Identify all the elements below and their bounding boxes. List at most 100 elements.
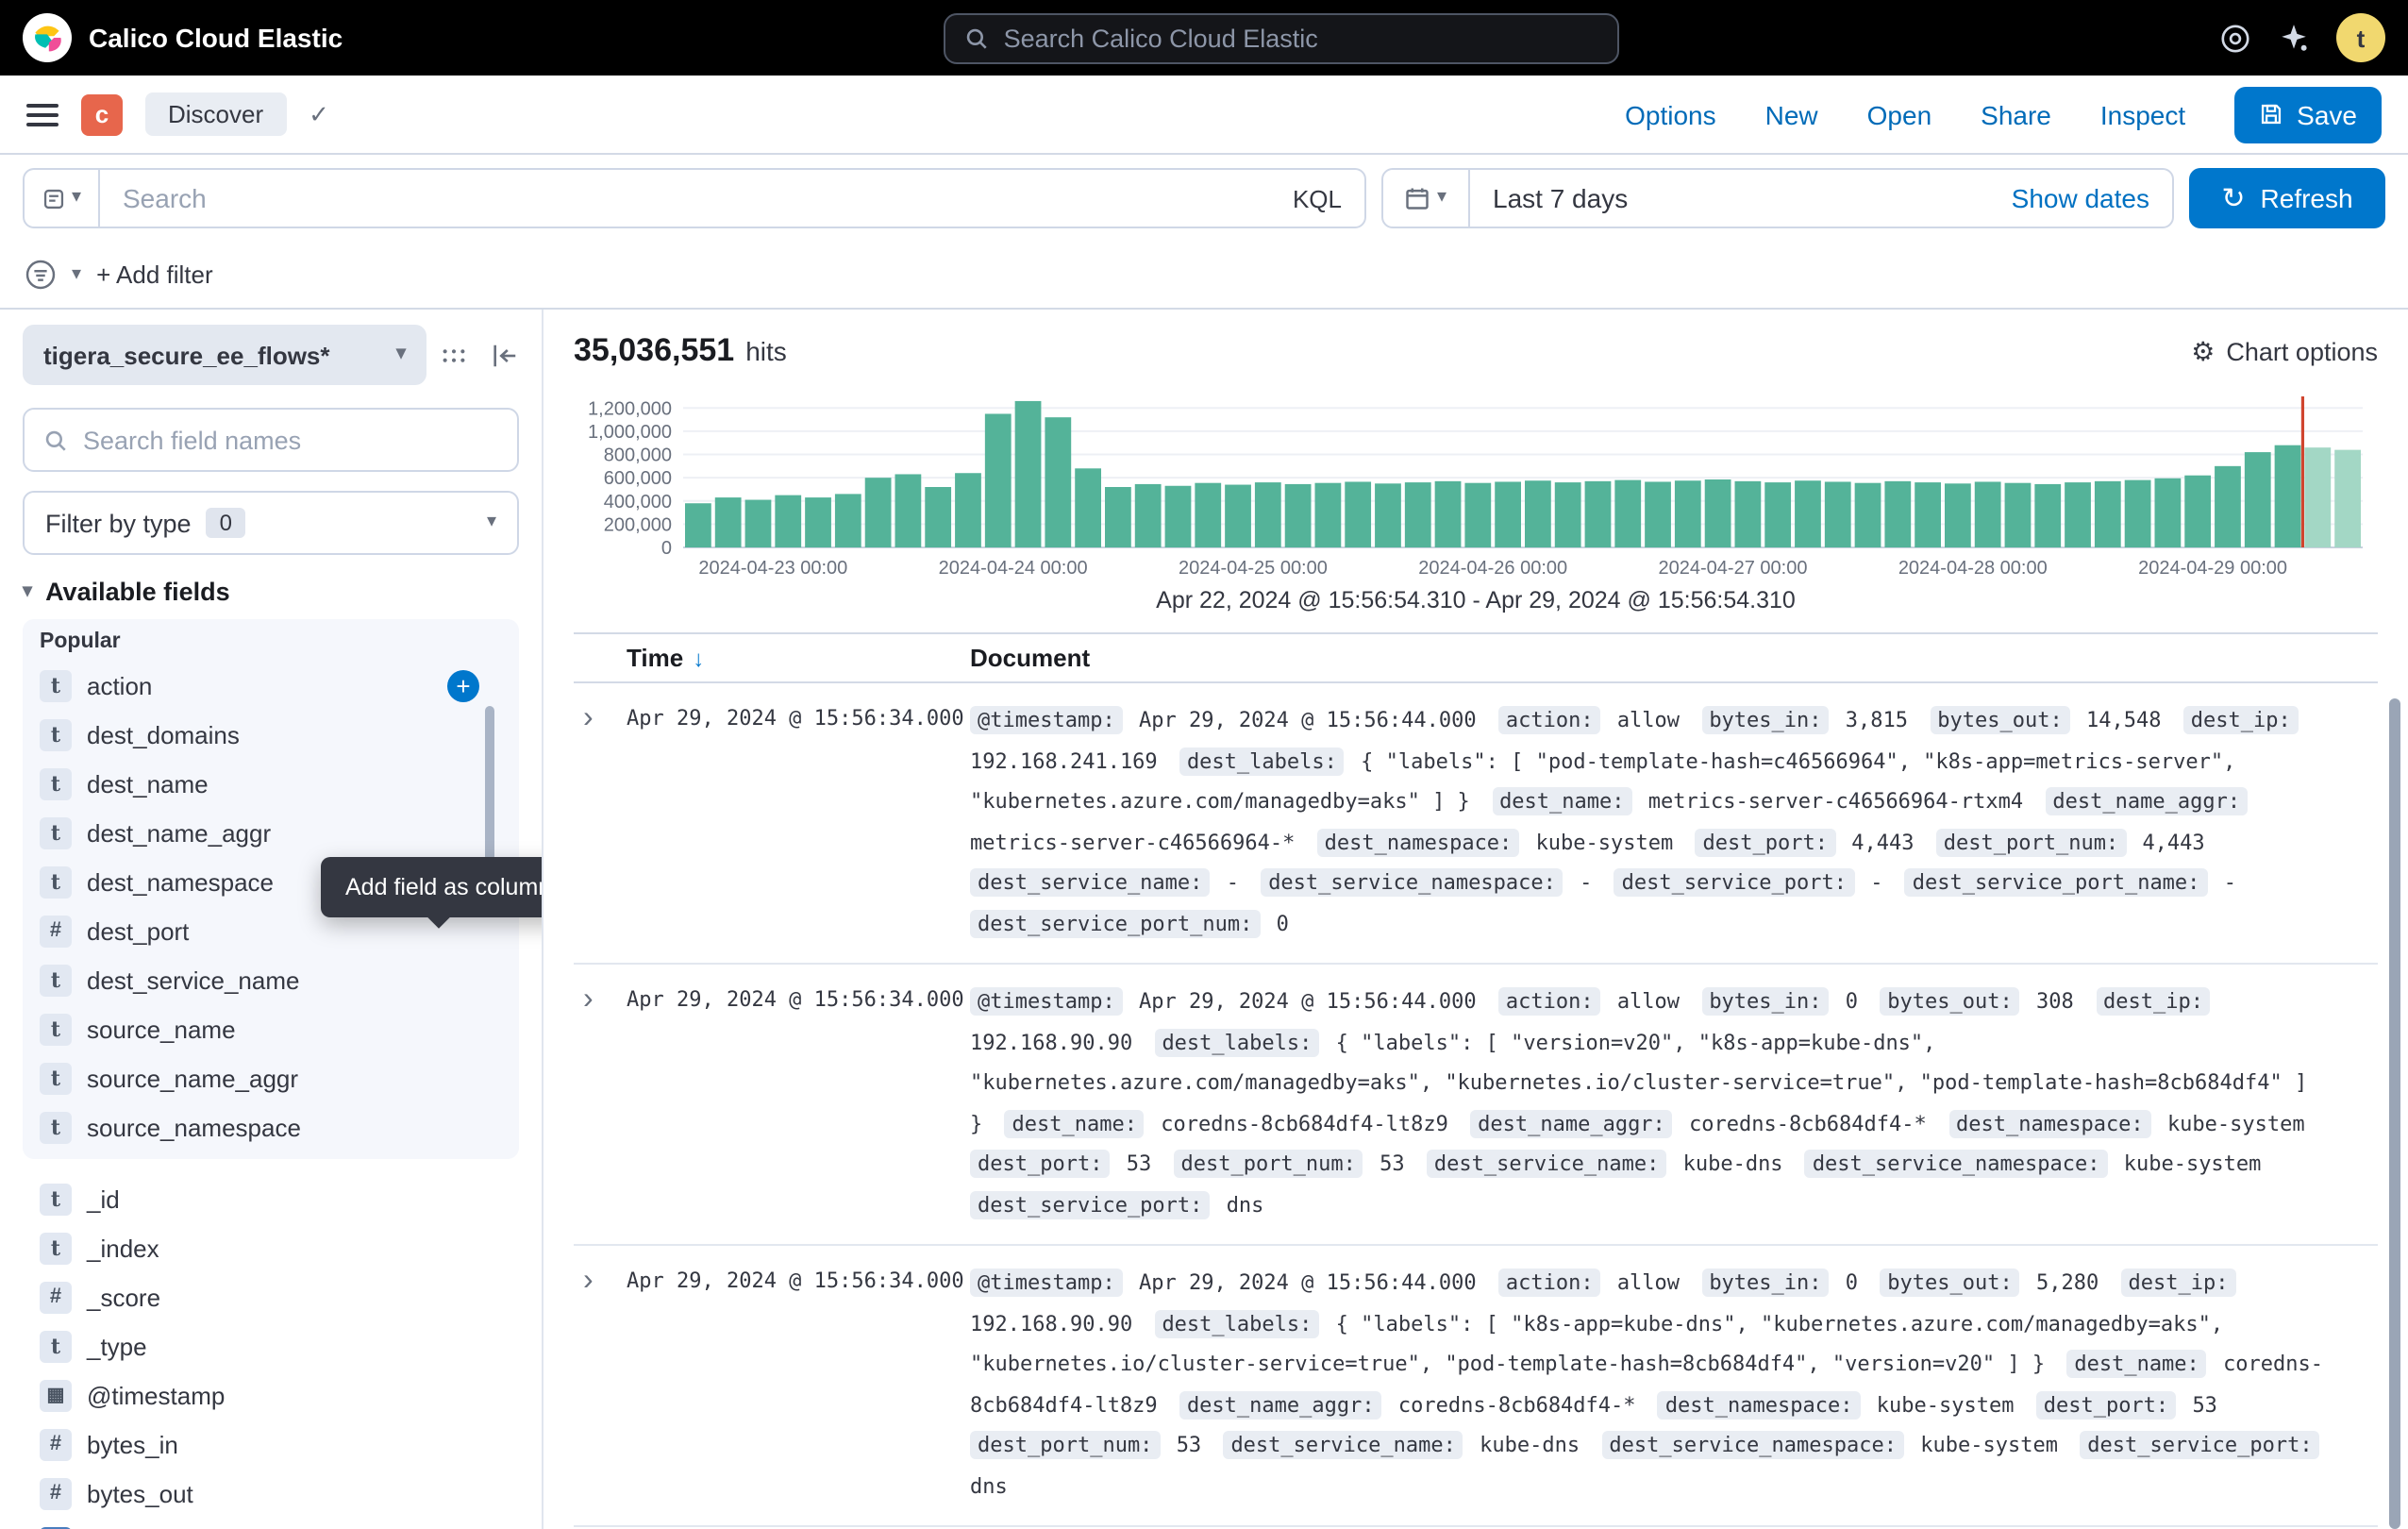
space-badge[interactable]: c (81, 93, 123, 135)
field-stats-icon[interactable] (440, 341, 468, 369)
save-button[interactable]: Save (2234, 86, 2382, 143)
refresh-button[interactable]: ↻ Refresh (2189, 168, 2385, 228)
field-search-input[interactable] (83, 426, 498, 454)
global-search[interactable] (944, 12, 1619, 63)
data-view-picker[interactable]: tigera_secure_ee_flows* ▾ (23, 325, 426, 385)
doc-field-value: Apr 29, 2024 @ 15:56:44.000 (1139, 708, 1477, 732)
results-table-body: ›Apr 29, 2024 @ 15:56:34.000@timestamp: … (574, 683, 2378, 1529)
content: tigera_secure_ee_flows* ▾ Filter by t (0, 310, 2408, 1529)
share-button[interactable]: Share (1981, 99, 2051, 129)
doc-field-name: dest_service_namespace: (1601, 1431, 1904, 1459)
doc-field-value: coredns-8cb684df4-* (1398, 1392, 1636, 1417)
kql-query-field[interactable]: KQL (98, 168, 1366, 228)
field-item-_index[interactable]: t_index (23, 1223, 519, 1272)
expand-row-button[interactable]: › (574, 982, 627, 1225)
chevron-down-icon[interactable]: ▾ (72, 265, 81, 284)
expand-row-button[interactable]: › (574, 700, 627, 944)
row-time: Apr 29, 2024 @ 15:56:34.000 (627, 982, 970, 1225)
field-item-dest_domains[interactable]: tdest_domains (23, 710, 519, 759)
available-fields-header[interactable]: ▾ Available fields (23, 578, 519, 606)
add-filter-button[interactable]: + Add filter (96, 260, 213, 289)
filter-menu-icon[interactable] (25, 259, 57, 291)
field-item-_type[interactable]: t_type (23, 1321, 519, 1370)
doc-field-name: action: (1498, 987, 1601, 1016)
num-field-type-icon: # (40, 1477, 72, 1509)
results-scrollbar[interactable] (2389, 698, 2400, 1529)
field-item-source_name[interactable]: tsource_name (23, 1004, 519, 1053)
doc-field-value: 308 (2036, 989, 2074, 1014)
field-item-bytes_out[interactable]: #bytes_out (23, 1469, 519, 1518)
new-button[interactable]: New (1765, 99, 1818, 129)
chevron-down-icon: ▾ (1437, 189, 1446, 208)
calendar-icon (1405, 185, 1431, 211)
field-item-@timestamp[interactable]: ▦@timestamp (23, 1370, 519, 1420)
field-item-dest_name[interactable]: tdest_name (23, 759, 519, 808)
ai-assistant-icon[interactable] (2278, 22, 2310, 54)
show-dates-button[interactable]: Show dates (2012, 183, 2172, 213)
time-column-header[interactable]: Time ↓ (627, 644, 970, 672)
field-item-dest_service_name[interactable]: tdest_service_name (23, 955, 519, 1004)
table-row: ›Apr 29, 2024 @ 15:56:34.000@timestamp: … (574, 683, 2378, 965)
doc-field-name: bytes_in: (1701, 706, 1829, 734)
calendar-menu-button[interactable]: ▾ (1383, 170, 1470, 227)
doc-field-name: dest_ip: (2183, 706, 2299, 734)
chart-options-button[interactable]: ⚙ Chart options (2191, 337, 2378, 365)
doc-field-name: dest_service_port_name: (1905, 868, 2208, 897)
field-item-source_namespace[interactable]: tsource_namespace (23, 1102, 519, 1151)
field-item-dest_name_aggr[interactable]: tdest_name_aggr (23, 808, 519, 857)
row-time: Apr 29, 2024 @ 15:56:34.000 (627, 1263, 970, 1506)
time-header-label: Time (627, 644, 683, 672)
svg-text:1,000,000: 1,000,000 (588, 422, 672, 443)
field-name: source_name_aggr (87, 1064, 298, 1092)
field-item-source_name_aggr[interactable]: tsource_name_aggr (23, 1053, 519, 1102)
row-document: @timestamp: Apr 29, 2024 @ 15:56:44.000 … (970, 1263, 2378, 1506)
doc-field-name: dest_service_name: (1223, 1431, 1463, 1459)
doc-field-name: bytes_out: (1880, 987, 2019, 1016)
row-document: @timestamp: Apr 29, 2024 @ 15:56:44.000 … (970, 700, 2378, 944)
kql-query-input[interactable] (123, 183, 1293, 213)
doc-field-name: dest_name_aggr: (1179, 1390, 1382, 1419)
time-range-value[interactable]: Last 7 days (1470, 183, 1650, 213)
expand-row-button[interactable]: › (574, 1263, 627, 1506)
field-search[interactable] (23, 408, 519, 472)
global-header: Calico Cloud Elastic t (0, 0, 2408, 76)
open-button[interactable]: Open (1867, 99, 1932, 129)
doc-field-name: @timestamp: (970, 706, 1123, 734)
doc-field-value: kube-system (1877, 1392, 2015, 1417)
doc-field-value: allow (1617, 708, 1680, 732)
collapse-sidebar-icon[interactable] (491, 341, 519, 369)
num-field-type-icon: # (40, 915, 72, 947)
help-icon[interactable] (2219, 22, 2251, 54)
user-avatar[interactable]: t (2336, 13, 2385, 62)
add-field-as-column-button[interactable]: + (447, 669, 479, 701)
breadcrumb[interactable]: Discover (145, 92, 286, 136)
doc-field-value: 5,280 (2036, 1270, 2099, 1295)
field-name: dest_name (87, 769, 209, 798)
saved-query-menu-button[interactable]: ▾ (23, 168, 98, 228)
query-language-label[interactable]: KQL (1293, 184, 1342, 212)
field-name: _index (87, 1234, 159, 1262)
doc-field-name: bytes_in: (1701, 1269, 1829, 1297)
doc-field-name: @timestamp: (970, 1269, 1123, 1297)
inspect-button[interactable]: Inspect (2100, 99, 2185, 129)
doc-field-value: metrics-server-c46566964-* (970, 830, 1295, 854)
global-search-input[interactable] (1004, 24, 1598, 52)
doc-field-value: - (1870, 870, 1882, 895)
field-item-bytes_in[interactable]: #bytes_in (23, 1420, 519, 1469)
num-field-type-icon: # (40, 1428, 72, 1460)
histogram-chart[interactable]: 0200,000400,000600,000800,0001,000,0001,… (574, 385, 2370, 581)
field-item-_score[interactable]: #_score (23, 1272, 519, 1321)
svg-text:600,000: 600,000 (604, 468, 672, 489)
field-item-dest_ip[interactable]: IPdest_ip (23, 1518, 519, 1529)
menu-icon[interactable] (26, 103, 59, 126)
filter-by-type[interactable]: Filter by type 0 ▾ (23, 491, 519, 555)
t-field-type-icon: t (40, 718, 72, 750)
field-item-action[interactable]: taction+ (23, 661, 519, 710)
doc-field-value: kube-system (1920, 1433, 2058, 1457)
doc-field-name: dest_name_aggr: (2045, 787, 2248, 815)
field-item-_id[interactable]: t_id (23, 1174, 519, 1223)
elastic-logo-icon[interactable] (23, 13, 72, 62)
chevron-down-icon: ▾ (396, 345, 406, 364)
options-button[interactable]: Options (1625, 99, 1716, 129)
chevron-down-icon: ▾ (487, 513, 496, 532)
